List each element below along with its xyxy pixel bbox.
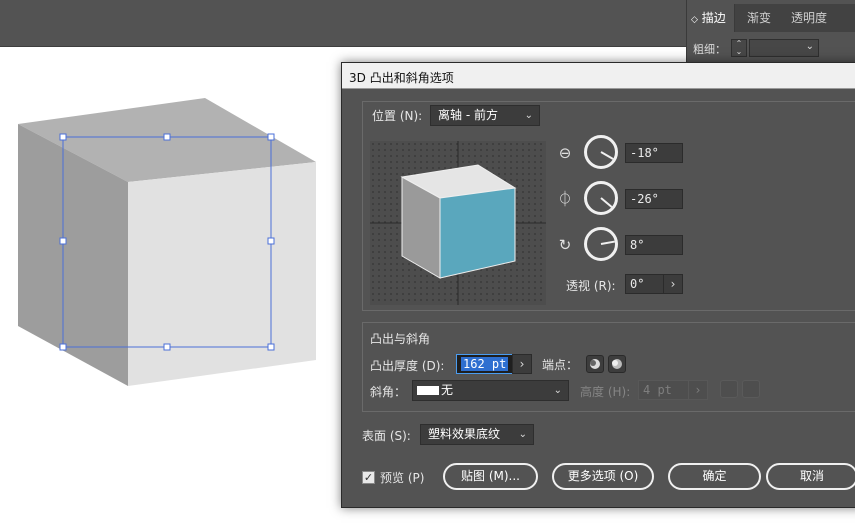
bevel-height-label: 高度 (H): bbox=[580, 385, 631, 399]
dialog-title-bar[interactable]: 3D 凸出和斜角选项 bbox=[342, 63, 855, 89]
cap-label: 端点： bbox=[542, 358, 579, 372]
selection-handle[interactable] bbox=[267, 237, 275, 245]
position-dropdown[interactable]: 离轴 - 前方 ⌄ bbox=[430, 105, 540, 126]
more-options-button[interactable]: 更多选项 (O) bbox=[552, 463, 654, 490]
selection-handle[interactable] bbox=[59, 237, 67, 245]
bevel-dropdown[interactable]: 无 ⌄ bbox=[412, 380, 569, 401]
stroke-weight-stepper[interactable]: ⌃ ⌄ bbox=[731, 39, 747, 57]
extrude-depth-value: 162 pt bbox=[461, 357, 509, 371]
3d-rotation-track-cube[interactable] bbox=[370, 141, 546, 305]
preview-checkbox[interactable]: ✓ bbox=[362, 471, 375, 484]
perspective-label: 透视 (R): bbox=[566, 279, 616, 293]
bevel-height-input[interactable]: 4 pt bbox=[638, 380, 690, 400]
x-rotation-dial[interactable] bbox=[584, 135, 618, 169]
preview-label: 预览 (P) bbox=[380, 471, 425, 485]
cube-artwork[interactable] bbox=[0, 48, 340, 523]
3d-extrude-bevel-dialog: 3D 凸出和斜角选项 位置 (N): 离轴 - 前方 ⌄ ⊖ -18° ⏀ -2… bbox=[341, 62, 855, 508]
bevel-label: 斜角： bbox=[370, 385, 407, 399]
y-rotation-input[interactable]: -26° bbox=[625, 189, 683, 209]
cap-on-button[interactable] bbox=[586, 355, 604, 373]
tab-gradient[interactable]: 渐变 bbox=[739, 4, 779, 32]
surface-value: 塑料效果底纹 bbox=[428, 427, 501, 441]
z-rotation-input[interactable]: 8° bbox=[625, 235, 683, 255]
tab-transparency[interactable]: 透明度 bbox=[783, 4, 835, 32]
position-value: 离轴 - 前方 bbox=[438, 108, 498, 122]
stroke-weight-input[interactable]: ⌄ bbox=[749, 39, 819, 57]
perspective-slider-button[interactable]: › bbox=[663, 274, 683, 294]
x-rotation-input[interactable]: -18° bbox=[625, 143, 683, 163]
dialog-title: 3D 凸出和斜角选项 bbox=[349, 71, 454, 85]
bevel-height-slider-button[interactable]: › bbox=[688, 380, 708, 400]
cancel-button[interactable]: 取消 bbox=[766, 463, 855, 490]
chevron-down-icon: ⌄ bbox=[553, 385, 562, 396]
x-axis-rotation-icon: ⊖ bbox=[558, 144, 572, 162]
bevel-swatch bbox=[417, 386, 439, 395]
stroke-panel: ◇ 描边 渐变 透明度 粗细： ⌃ ⌄ ⌄ bbox=[686, 0, 855, 64]
tab-stroke[interactable]: ◇ 描边 bbox=[687, 4, 735, 32]
selection-handle[interactable] bbox=[267, 133, 275, 141]
z-rotation-dial[interactable] bbox=[584, 227, 618, 261]
perspective-input[interactable]: 0° bbox=[625, 274, 665, 294]
surface-dropdown[interactable]: 塑料效果底纹 ⌄ bbox=[420, 424, 534, 445]
cap-on-icon bbox=[590, 359, 600, 369]
selection-handle[interactable] bbox=[163, 133, 171, 141]
selection-handle[interactable] bbox=[59, 343, 67, 351]
extrude-depth-label: 凸出厚度 (D): bbox=[370, 359, 445, 373]
collapse-arrows-icon[interactable]: ◇ bbox=[691, 15, 698, 25]
track-cube-front bbox=[439, 187, 516, 279]
chevron-down-icon: ⌄ bbox=[524, 110, 533, 121]
y-rotation-dial[interactable] bbox=[584, 181, 618, 215]
position-label: 位置 (N): bbox=[372, 109, 423, 123]
chevron-down-icon[interactable]: ⌄ bbox=[806, 41, 814, 52]
ok-button[interactable]: 确定 bbox=[668, 463, 761, 490]
chevron-down-icon: ⌄ bbox=[518, 429, 527, 440]
extrude-section-title: 凸出与斜角 bbox=[370, 332, 431, 346]
bevel-extent-in-button[interactable] bbox=[742, 380, 760, 398]
y-axis-rotation-icon: ⏀ bbox=[557, 190, 573, 208]
cap-off-icon bbox=[612, 359, 622, 369]
track-cube-graphic[interactable] bbox=[370, 141, 546, 305]
stroke-weight-label: 粗细： bbox=[693, 43, 726, 56]
extrude-depth-input[interactable]: 162 pt bbox=[456, 354, 514, 374]
selection-handle[interactable] bbox=[267, 343, 275, 351]
z-axis-rotation-icon: ↻ bbox=[558, 236, 572, 254]
panel-tab-bar: ◇ 描边 渐变 透明度 bbox=[687, 4, 855, 32]
selection-handle[interactable] bbox=[163, 343, 171, 351]
cap-off-button[interactable] bbox=[608, 355, 626, 373]
bevel-value: 无 bbox=[441, 383, 454, 397]
map-button[interactable]: 贴图 (M)... bbox=[443, 463, 538, 490]
extrude-depth-slider-button[interactable]: › bbox=[512, 354, 532, 374]
tab-stroke-label: 描边 bbox=[701, 11, 726, 25]
bevel-extent-out-button[interactable] bbox=[720, 380, 738, 398]
surface-label: 表面 (S): bbox=[362, 429, 411, 443]
cube-front-face bbox=[128, 162, 316, 386]
selection-handle[interactable] bbox=[59, 133, 67, 141]
